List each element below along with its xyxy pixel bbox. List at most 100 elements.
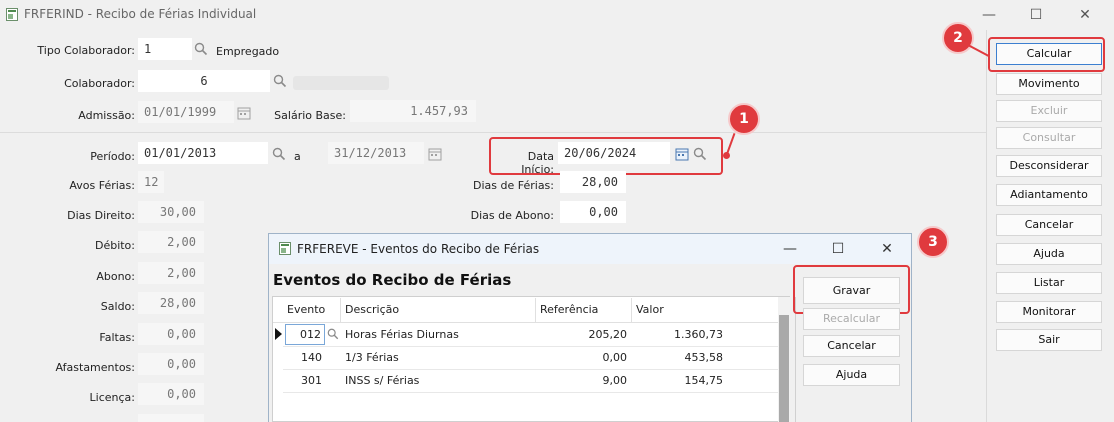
evento-cell[interactable]: 012 (285, 324, 325, 345)
admissao-input: 01/01/1999 (138, 101, 234, 123)
annotation-badge-1: 1 (728, 103, 760, 135)
avos-ferias-input: 12 (138, 171, 164, 193)
search-icon[interactable] (693, 147, 707, 161)
header-divider (273, 322, 778, 323)
search-icon[interactable] (273, 74, 287, 88)
dialog-cancelar-button[interactable]: Cancelar (803, 335, 900, 357)
column-header-referencia[interactable]: Referência (540, 303, 598, 316)
search-icon[interactable] (327, 328, 339, 340)
column-divider (631, 298, 632, 322)
column-divider (535, 298, 536, 322)
recalcular-button[interactable]: Recalcular (803, 308, 900, 330)
periodo-start-input[interactable]: 01/01/2013 (138, 142, 268, 164)
table-row[interactable]: 301 INSS s/ Férias 9,00 154,75 (273, 370, 778, 392)
evento-cell: 301 (301, 374, 322, 387)
dialog-minimize-icon[interactable]: — (776, 238, 804, 260)
dias-ferias-label: Dias de Férias: (473, 179, 554, 192)
table-row[interactable]: 012 Horas Férias Diurnas 205,20 1.360,73 (273, 324, 778, 346)
maximize-icon[interactable]: ☐ (1022, 4, 1050, 26)
periodo-separator: a (294, 150, 301, 163)
calendar-icon (237, 107, 251, 120)
annotation-badge-3: 3 (917, 226, 949, 258)
salario-base-input: 1.457,93 (350, 100, 476, 122)
licenca-label: Licença: (89, 391, 135, 404)
tipo-colaborador-description: Empregado (216, 45, 280, 58)
dias-direito-input: 30,00 (138, 201, 204, 223)
dialog-title: FRFEREVE - Eventos do Recibo de Férias (297, 242, 540, 256)
dias-abono-label: Dias de Abono: (470, 209, 554, 222)
saldo-input: 28,00 (138, 292, 204, 314)
colaborador-name-redacted (293, 76, 389, 90)
periodo-label: Período: (90, 150, 135, 163)
periodo-end-input: 31/12/2013 (328, 142, 424, 164)
adiantamento-button[interactable]: Adiantamento (996, 184, 1102, 206)
consultar-button[interactable]: Consultar (996, 127, 1102, 149)
desconsiderar-button[interactable]: Desconsiderar (996, 155, 1102, 177)
data-inicio-label: Data Início: (521, 150, 554, 176)
licenca-input: 0,00 (138, 383, 204, 405)
gravar-button[interactable]: Gravar (803, 277, 900, 304)
ajuda-button[interactable]: Ajuda (996, 243, 1102, 265)
sair-button[interactable]: Sair (996, 329, 1102, 351)
valor-cell: 154,75 (684, 374, 724, 387)
listar-button[interactable]: Listar (996, 272, 1102, 294)
afastamentos-input: 0,00 (138, 353, 204, 375)
tipo-colaborador-input[interactable]: 1 (138, 38, 192, 60)
annotation-badge-2: 2 (942, 22, 974, 54)
table-row[interactable]: 140 1/3 Férias 0,00 453,58 (273, 347, 778, 369)
abono-input: 2,00 (138, 262, 204, 284)
search-icon[interactable] (194, 42, 208, 56)
dialog-ajuda-button[interactable]: Ajuda (803, 364, 900, 386)
valor-cell: 453,58 (684, 351, 724, 364)
column-header-evento[interactable]: Evento (287, 303, 325, 316)
avos-ferias-label: Avos Férias: (69, 179, 135, 192)
cut-off-field (138, 414, 204, 422)
dialog-maximize-icon[interactable]: ☐ (824, 238, 852, 260)
admissao-label: Admissão: (78, 109, 135, 122)
colaborador-label: Colaborador: (64, 77, 135, 90)
faltas-input: 0,00 (138, 323, 204, 345)
dias-direito-label: Dias Direito: (67, 209, 135, 222)
column-header-descricao[interactable]: Descrição (345, 303, 399, 316)
dias-abono-input[interactable]: 0,00 (560, 201, 626, 223)
eventos-dialog: FRFEREVE - Eventos do Recibo de Férias —… (268, 233, 912, 422)
dialog-titlebar: FRFEREVE - Eventos do Recibo de Férias —… (269, 234, 911, 264)
search-icon[interactable] (272, 147, 286, 161)
monitorar-button[interactable]: Monitorar (996, 301, 1102, 323)
colaborador-input[interactable]: 6 (138, 70, 270, 92)
descricao-cell: INSS s/ Férias (345, 374, 420, 387)
dias-ferias-input[interactable]: 28,00 (560, 171, 626, 193)
grid-scrollbar[interactable] (778, 297, 790, 422)
row-divider (283, 392, 778, 393)
movimento-button[interactable]: Movimento (996, 73, 1102, 95)
excluir-button[interactable]: Excluir (996, 100, 1102, 122)
calendar-icon[interactable] (675, 147, 689, 161)
cancelar-button[interactable]: Cancelar (996, 214, 1102, 236)
descricao-cell: 1/3 Férias (345, 351, 399, 364)
dialog-close-icon[interactable]: ✕ (873, 238, 901, 260)
calendar-icon (428, 148, 442, 161)
minimize-icon[interactable]: — (975, 4, 1003, 26)
tipo-colaborador-label: Tipo Colaborador: (37, 44, 135, 57)
referencia-cell: 205,20 (588, 328, 628, 341)
column-header-valor[interactable]: Valor (636, 303, 664, 316)
annotation-line-1 (726, 132, 736, 155)
window-title: FRFERIND - Recibo de Férias Individual (24, 7, 257, 21)
data-inicio-input[interactable]: 20/06/2024 (558, 142, 670, 164)
scrollbar-thumb[interactable] (779, 315, 789, 422)
evento-cell: 140 (301, 351, 322, 364)
separator (0, 132, 986, 133)
debito-input: 2,00 (138, 231, 204, 253)
referencia-cell: 9,00 (602, 374, 628, 387)
column-divider (340, 298, 341, 322)
app-icon (6, 8, 18, 21)
saldo-label: Saldo: (100, 300, 135, 313)
salario-base-label: Salário Base: (274, 109, 346, 122)
descricao-cell: Horas Férias Diurnas (345, 328, 459, 341)
faltas-label: Faltas: (99, 331, 135, 344)
calcular-button[interactable]: Calcular (996, 43, 1102, 65)
dialog-button-divider (795, 297, 796, 422)
close-icon[interactable]: ✕ (1071, 4, 1099, 26)
dialog-heading: Eventos do Recibo de Férias (273, 271, 512, 289)
afastamentos-label: Afastamentos: (55, 361, 135, 374)
